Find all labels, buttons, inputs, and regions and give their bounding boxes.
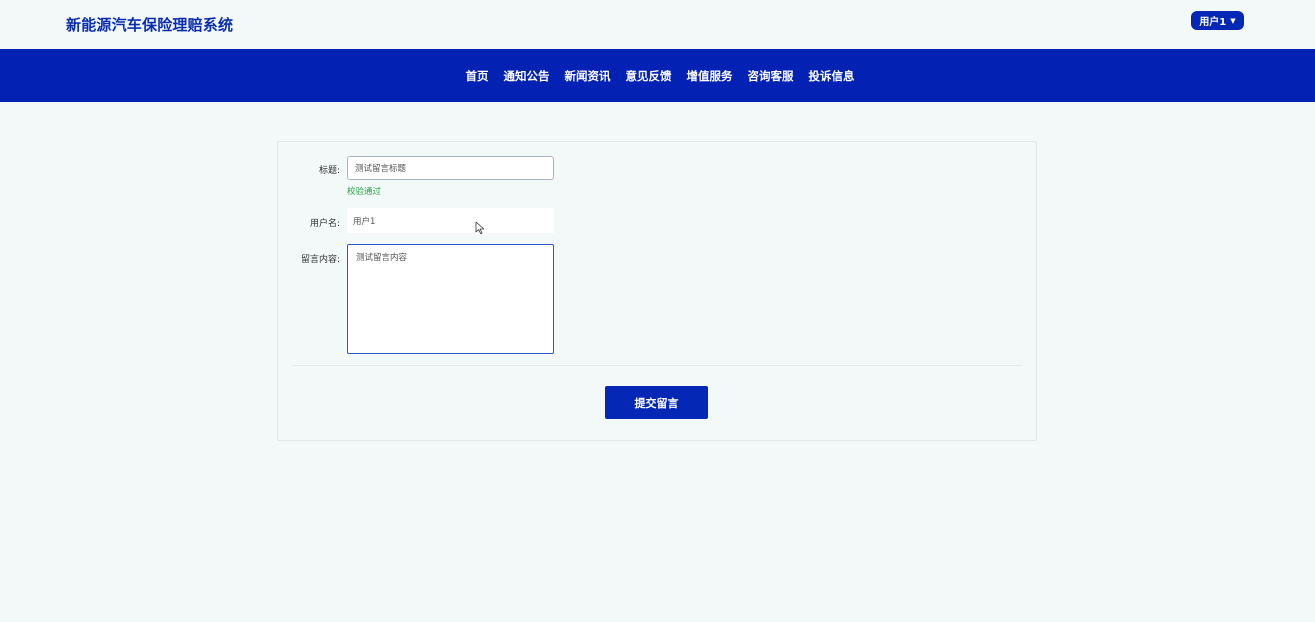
main-navbar: 首页 通知公告 新闻资讯 意见反馈 增值服务 咨询客服 投诉信息 (0, 49, 1315, 102)
chevron-down-icon: ▼ (1230, 16, 1236, 25)
nav-item-news[interactable]: 新闻资讯 (562, 68, 614, 84)
nav-item-home[interactable]: 首页 (463, 68, 492, 84)
username-label: 用户名: (309, 219, 340, 229)
username-value: 用户1 (353, 216, 376, 227)
submit-message-button[interactable]: 提交留言 (605, 386, 708, 419)
user-menu-button[interactable]: 用户1 ▼ (1191, 11, 1244, 30)
nav-menu: 首页 通知公告 新闻资讯 意见反馈 增值服务 咨询客服 投诉信息 (435, 49, 885, 102)
top-header: 新能源汽车保险理赔系统 用户1 ▼ (0, 0, 1315, 49)
form-divider (292, 365, 1022, 366)
content-textarea-value: 测试留言内容 (356, 253, 408, 263)
content-textarea[interactable]: 测试留言内容 (347, 244, 554, 354)
nav-item-notices[interactable]: 通知公告 (501, 68, 553, 84)
title-input[interactable]: 测试留言标题 (347, 156, 554, 180)
title-input-value: 测试留言标题 (355, 164, 407, 174)
nav-item-feedback[interactable]: 意见反馈 (623, 68, 675, 84)
message-form-card: 标题: 测试留言标题 校验通过 用户名: 用户1 留言内容: 测试留言内容 提交… (277, 141, 1037, 441)
username-field: 用户1 (347, 208, 554, 233)
content-label: 留言内容: (300, 255, 340, 265)
nav-item-value-added[interactable]: 增值服务 (684, 68, 736, 84)
nav-item-complaints[interactable]: 投诉信息 (806, 68, 858, 84)
title-validation-hint: 校验通过 (347, 187, 382, 197)
nav-item-support[interactable]: 咨询客服 (745, 68, 797, 84)
user-menu-label: 用户1 (1199, 17, 1227, 28)
mouse-pointer-icon (475, 221, 485, 234)
site-title: 新能源汽车保险理赔系统 (66, 16, 234, 34)
title-label: 标题: (318, 166, 340, 176)
